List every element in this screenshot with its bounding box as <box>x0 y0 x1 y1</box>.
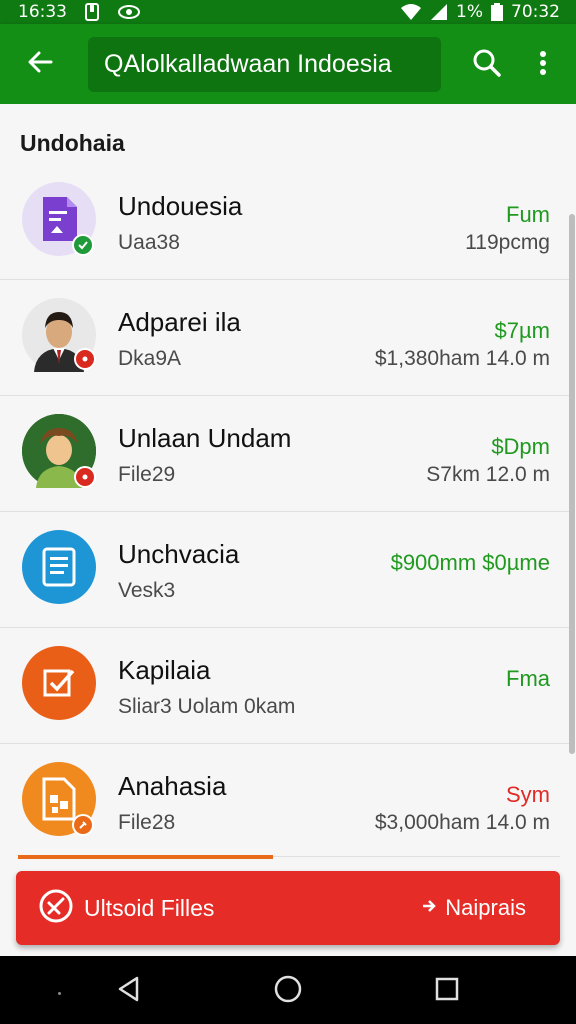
more-vertical-icon <box>539 50 547 80</box>
item-subtitle: Dka9A <box>118 347 182 370</box>
item-amount: Sym <box>506 782 550 807</box>
check-icon <box>72 234 94 256</box>
back-arrow-icon <box>26 48 54 80</box>
search-icon <box>472 48 502 82</box>
nav-recents-button[interactable] <box>430 974 464 1008</box>
search-field[interactable]: QAlolkalladwaan Indoesia <box>88 37 441 92</box>
file-list: Undouesia Uaa38 Fum 119pcmg Adparei ila … <box>0 164 570 860</box>
pin-icon <box>72 814 94 836</box>
home-circle-icon <box>273 974 303 1008</box>
item-amount: $Dpm <box>491 434 550 459</box>
item-amount: $7µm <box>494 318 550 343</box>
search-button[interactable] <box>466 44 508 86</box>
more-options-button[interactable] <box>526 44 560 86</box>
list-item[interactable]: Adparei ila Dka9A $7µm $1,380ham 14.0 m <box>0 280 570 396</box>
list-item[interactable]: Unchvacia Vesk3 $900mm $0µme <box>0 512 570 628</box>
eye-icon <box>117 4 141 20</box>
item-subtitle: Uaa38 <box>118 231 180 254</box>
document-icon <box>22 182 96 256</box>
recents-square-icon <box>434 976 460 1006</box>
item-title: Kapilaia <box>118 655 211 685</box>
item-meta: S7km 12.0 m <box>426 463 550 486</box>
item-meta: $3,000ham 14.0 m <box>374 811 550 834</box>
nav-indicator-dot <box>58 992 61 995</box>
section-title: Undohaia <box>20 130 125 156</box>
list-item[interactable]: Anahasia File28 Sym $3,000ham 14.0 m <box>0 744 570 860</box>
alert-dot-icon <box>74 348 96 370</box>
status-time-right: 70:32 <box>511 2 560 22</box>
action-bar: Ultsoid Filles Naiprais <box>16 871 560 945</box>
item-title: Adparei ila <box>118 307 241 337</box>
back-triangle-icon <box>115 975 143 1007</box>
item-title: Unlaan Undam <box>118 423 292 453</box>
checkbox-icon <box>22 646 96 720</box>
list-item[interactable]: Undouesia Uaa38 Fum 119pcmg <box>0 164 570 280</box>
status-left: 16:33 <box>18 0 141 24</box>
chevron-right-icon <box>421 898 437 918</box>
next-label: Naiprais <box>445 895 526 920</box>
item-title: Unchvacia <box>118 539 240 569</box>
app-bar: QAlolkalladwaan Indoesia <box>0 24 576 104</box>
scrollbar[interactable] <box>569 214 575 754</box>
status-time-left: 16:33 <box>18 2 67 22</box>
item-meta: $1,380ham 14.0 m <box>374 347 550 370</box>
item-subtitle: File29 <box>118 463 176 486</box>
back-button[interactable] <box>20 44 60 84</box>
status-right: 1% 70:32 <box>400 0 560 24</box>
battery-icon <box>491 3 503 21</box>
item-title: Undouesia <box>118 191 243 221</box>
item-subtitle: Sliar3 Uolam 0kam <box>118 695 296 718</box>
wifi-icon <box>400 3 422 21</box>
content-area: Undohaia Undouesia Uaa38 Fum 119pcmg Adp… <box>0 104 576 956</box>
list-item[interactable]: Kapilaia Sliar3 Uolam 0kam Fma <box>0 628 570 744</box>
next-button[interactable]: Naiprais <box>421 885 526 931</box>
upload-progress-track <box>273 856 560 857</box>
cancel-circle-icon <box>38 888 74 928</box>
nav-home-button[interactable] <box>271 974 305 1008</box>
signal-icon <box>430 3 448 21</box>
item-meta: 119pcmg <box>465 231 550 254</box>
upload-files-label: Ultsoid Filles <box>84 894 215 921</box>
item-subtitle: File28 <box>118 811 176 834</box>
image-file-icon <box>22 762 96 836</box>
text-document-icon <box>22 530 96 604</box>
sim-icon <box>85 3 99 21</box>
status-bar: 16:33 1% 70:32 <box>0 0 576 24</box>
search-query-text: QAlolkalladwaan Indoesia <box>104 50 392 78</box>
list-item[interactable]: Unlaan Undam File29 $Dpm S7km 12.0 m <box>0 396 570 512</box>
nav-back-button[interactable] <box>112 974 146 1008</box>
alert-dot-icon <box>74 466 96 488</box>
item-subtitle: Vesk3 <box>118 579 176 602</box>
item-amount: $900mm $0µme <box>390 550 550 575</box>
item-title: Anahasia <box>118 771 227 801</box>
item-amount: Fum <box>506 202 550 227</box>
man-portrait-icon <box>22 298 96 372</box>
item-amount: Fma <box>506 666 550 691</box>
upload-progress-bar <box>18 855 273 859</box>
woman-portrait-icon <box>22 414 96 488</box>
battery-percent: 1% <box>456 2 483 22</box>
navigation-bar <box>0 956 576 1024</box>
upload-files-button[interactable]: Ultsoid Filles <box>38 885 214 931</box>
